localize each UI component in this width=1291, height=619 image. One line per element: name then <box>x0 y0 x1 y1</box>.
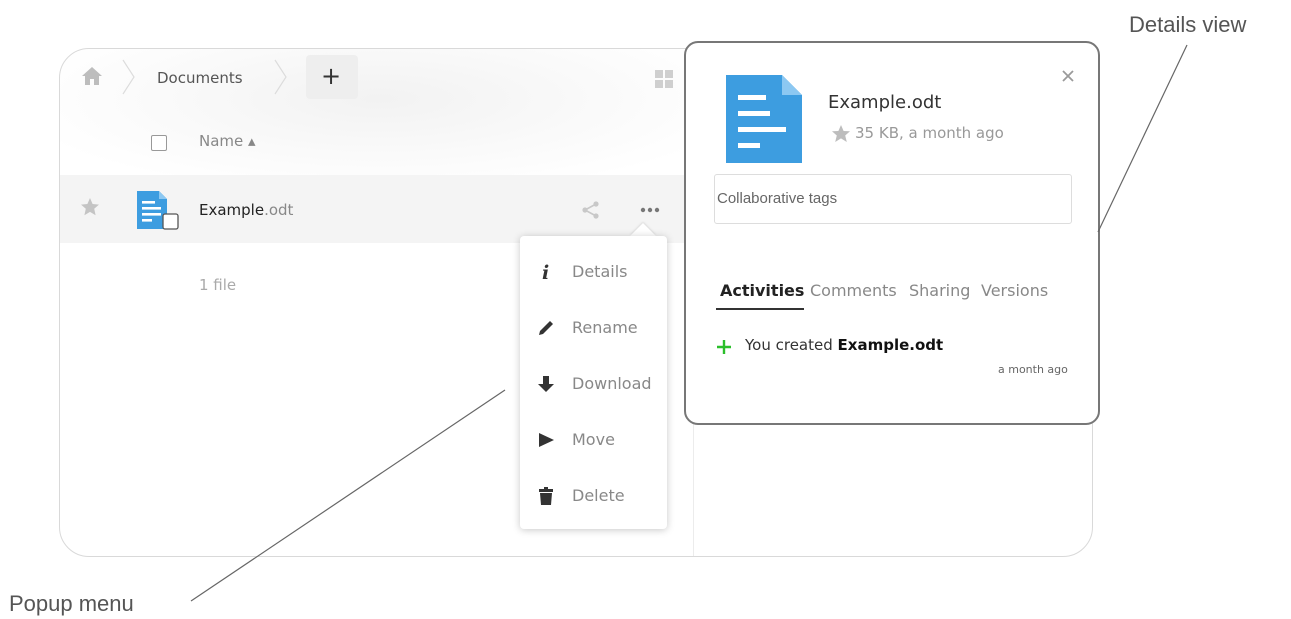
popup-menu-caption: Popup menu <box>9 591 134 616</box>
details-view-caption: Details view <box>1129 12 1247 37</box>
details-view-pointer-line <box>1097 44 1188 233</box>
popup-menu-pointer-line <box>190 389 506 602</box>
annotation-lines <box>190 44 1188 602</box>
